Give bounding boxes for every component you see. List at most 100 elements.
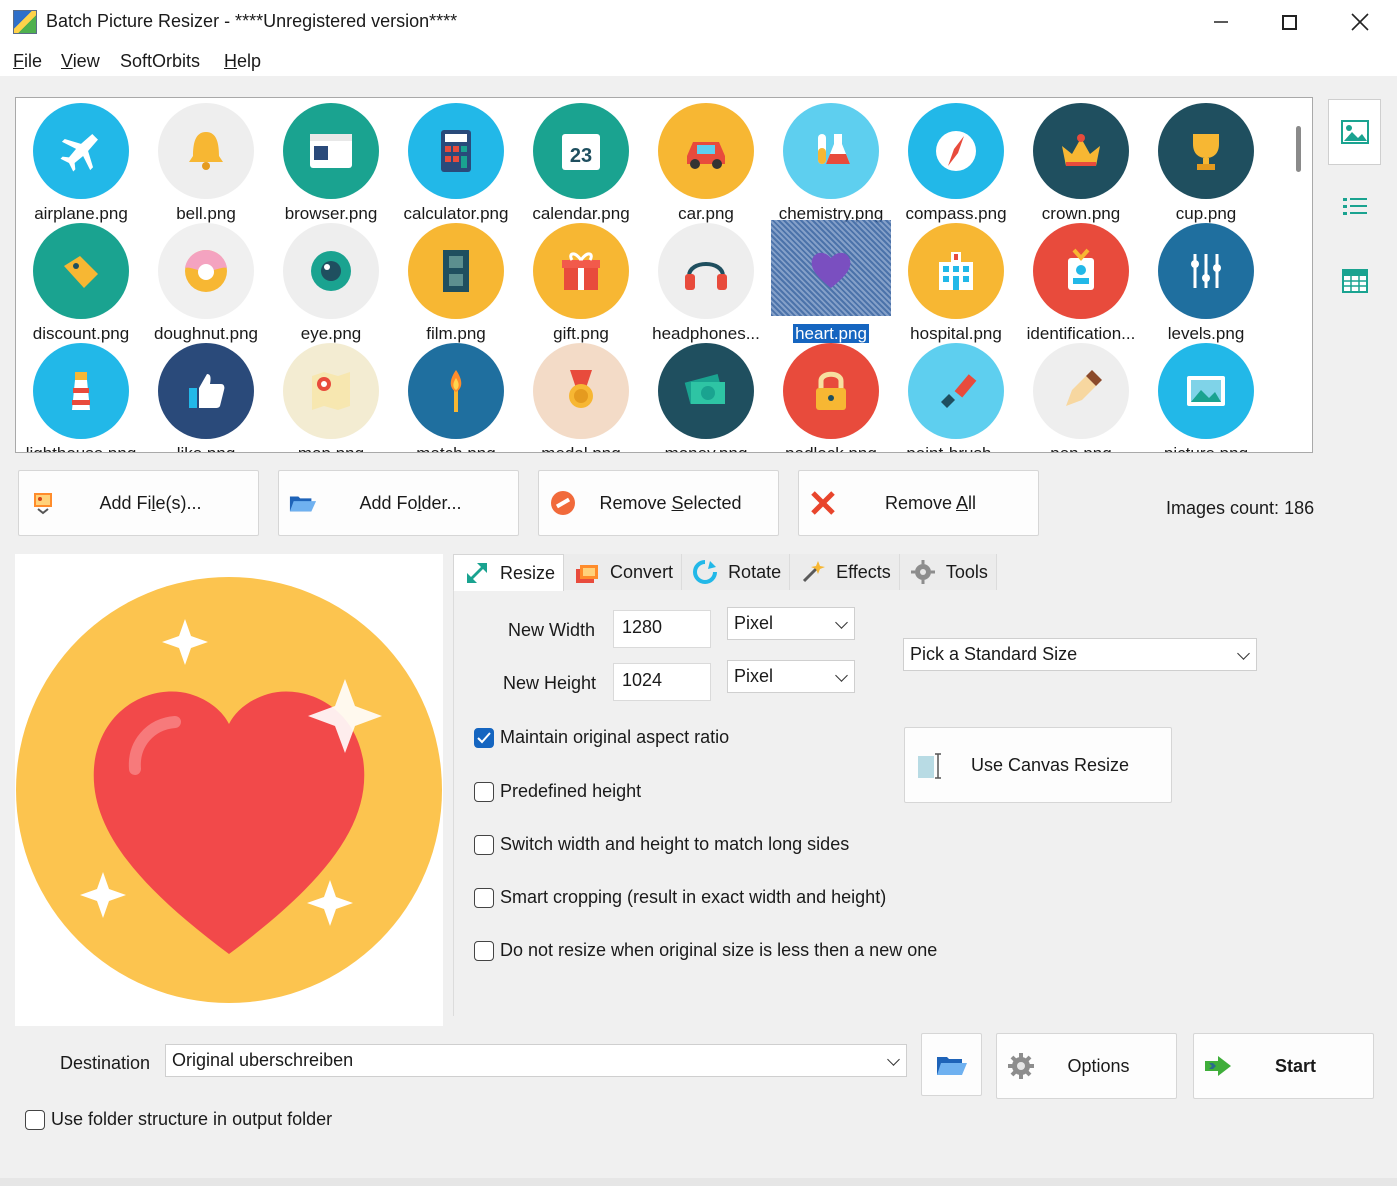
thumbnail-item[interactable]: bell.png <box>144 100 266 223</box>
height-unit-select[interactable]: Pixel <box>727 660 855 693</box>
menu-softorbits[interactable]: SoftOrbits <box>120 51 200 72</box>
padlock-icon <box>816 371 846 410</box>
thumbnail-item[interactable]: headphones... <box>644 220 766 343</box>
browse-folder-button[interactable] <box>921 1033 982 1096</box>
predefined-height-checkbox[interactable]: Predefined height <box>474 781 641 802</box>
canvas-resize-button[interactable]: Use Canvas Resize <box>904 727 1172 803</box>
thumbnail-image <box>1033 343 1129 439</box>
add-files-button[interactable]: Add File(s)... <box>18 470 259 536</box>
thumbnail-item[interactable]: like.png <box>144 340 266 452</box>
svg-text:23: 23 <box>570 145 592 167</box>
thumbnail-item[interactable]: medal.png <box>519 340 641 452</box>
title-bar: Batch Picture Resizer - ****Unregistered… <box>0 0 1397 44</box>
thumbnail-item[interactable]: identification... <box>1019 220 1141 343</box>
thumbnail-item[interactable]: compass.png <box>894 100 1016 223</box>
menu-file[interactable]: File <box>13 51 42 72</box>
thumbnail-item[interactable]: lighthouse.png <box>19 340 141 452</box>
thumbnail-item[interactable]: cup.png <box>1144 100 1266 223</box>
resize-icon <box>467 563 487 583</box>
thumbnail-item[interactable]: padlock.png <box>769 340 891 452</box>
paint-brush-icon <box>941 374 977 408</box>
thumbnail-item[interactable]: discount.png <box>19 220 141 343</box>
minimize-icon[interactable] <box>1188 0 1254 44</box>
thumbnail-item[interactable]: paint-brush... <box>894 340 1018 452</box>
switch-sides-checkbox[interactable]: Switch width and height to match long si… <box>474 834 849 855</box>
thumbnail-label: paint-brush... <box>894 444 1018 452</box>
remove-selected-button[interactable]: Remove Selected <box>538 470 779 536</box>
destination-select[interactable]: Original uberschreiben <box>165 1044 907 1077</box>
discount-icon <box>64 256 98 288</box>
thumbnail-item[interactable]: doughnut.png <box>144 220 266 343</box>
chevron-down-icon <box>835 669 848 682</box>
thumbnail-item[interactable]: gift.png <box>519 220 641 343</box>
thumbnail-image <box>33 103 129 199</box>
thumbnail-image <box>1158 223 1254 319</box>
thumbnail-item[interactable]: calculator.png <box>394 100 516 223</box>
tab-effects[interactable]: Effects <box>790 554 900 590</box>
maximize-icon[interactable] <box>1256 0 1322 44</box>
thumbnail-item[interactable]: match.png <box>394 340 516 452</box>
list-view-icon[interactable] <box>1328 174 1381 240</box>
use-folder-structure-checkbox[interactable]: Use folder structure in output folder <box>25 1109 332 1130</box>
menu-help[interactable]: Help <box>224 51 261 72</box>
thumbnail-image <box>283 223 379 319</box>
tab-convert[interactable]: Convert <box>564 554 683 590</box>
new-width-input[interactable]: 1280 <box>613 610 711 648</box>
thumbnail-item[interactable]: picture.png <box>1144 340 1266 452</box>
thumbnail-item[interactable]: chemistry.png <box>769 100 891 223</box>
thumbnail-image <box>408 223 504 319</box>
effects-icon <box>803 561 826 583</box>
thumbnail-image <box>408 103 504 199</box>
thumbnail-item[interactable]: crown.png <box>1019 100 1141 223</box>
thumbnail-item[interactable]: map.png <box>269 340 391 452</box>
thumbnail-image <box>283 103 379 199</box>
bell-icon <box>189 132 223 170</box>
thumbnail-item[interactable]: pen.png <box>1019 340 1141 452</box>
menu-view[interactable]: View <box>61 51 100 72</box>
no-upscale-checkbox[interactable]: Do not resize when original size is less… <box>474 940 937 961</box>
thumbnail-image <box>908 103 1004 199</box>
thumbnail-item[interactable]: film.png <box>394 220 516 343</box>
remove-all-button[interactable]: Remove All <box>798 470 1039 536</box>
add-folder-button[interactable]: Add Folder... <box>278 470 519 536</box>
like-icon <box>189 374 225 408</box>
width-unit-select[interactable]: Pixel <box>727 607 855 640</box>
thumbnail-item[interactable]: car.png <box>644 100 766 223</box>
picture-icon <box>1187 376 1225 406</box>
airplane-icon <box>60 134 98 172</box>
maintain-aspect-checkbox[interactable]: Maintain original aspect ratio <box>474 727 729 748</box>
new-height-input[interactable]: 1024 <box>613 663 711 701</box>
close-icon[interactable] <box>1327 0 1393 44</box>
standard-size-select[interactable]: Pick a Standard Size <box>903 638 1257 671</box>
tab-resize[interactable]: Resize <box>453 554 565 591</box>
add-files-icon <box>29 489 57 517</box>
thumbnail-grid[interactable]: airplane.png bell.png browser.png calculato… <box>15 97 1313 453</box>
thumbnail-image <box>158 343 254 439</box>
lighthouse-icon <box>72 372 90 410</box>
gear-icon <box>1007 1052 1035 1080</box>
tab-rotate[interactable]: Rotate <box>682 554 791 590</box>
new-width-label: New Width <box>508 620 596 640</box>
thumbnail-item[interactable]: levels.png <box>1144 220 1266 343</box>
start-button[interactable]: Start <box>1193 1033 1374 1099</box>
table-view-icon[interactable] <box>1328 248 1381 314</box>
chevron-down-icon <box>1237 647 1250 660</box>
thumbnail-item[interactable]: 23 calendar.png <box>519 100 641 223</box>
thumbnail-image <box>658 343 754 439</box>
thumbnail-item[interactable]: browser.png <box>269 100 391 223</box>
browser-icon <box>310 134 352 168</box>
thumbnail-item[interactable]: airplane.png <box>19 100 141 223</box>
options-button[interactable]: Options <box>996 1033 1177 1099</box>
tab-tools[interactable]: Tools <box>899 554 997 590</box>
remove-selected-icon <box>549 489 577 517</box>
thumbnail-item[interactable]: hospital.png <box>894 220 1016 343</box>
thumbnail-item[interactable]: eye.png <box>269 220 391 343</box>
thumbnail-view-icon[interactable] <box>1328 99 1381 165</box>
status-bar <box>0 1178 1397 1186</box>
thumbnail-item[interactable]: heart.png <box>769 220 891 344</box>
film-icon <box>443 250 469 292</box>
folder-open-icon <box>289 489 317 517</box>
thumbnail-item[interactable]: money.png <box>644 340 766 452</box>
smart-cropping-checkbox[interactable]: Smart cropping (result in exact width an… <box>474 887 886 908</box>
thumbnail-scrollbar[interactable] <box>1296 126 1301 172</box>
